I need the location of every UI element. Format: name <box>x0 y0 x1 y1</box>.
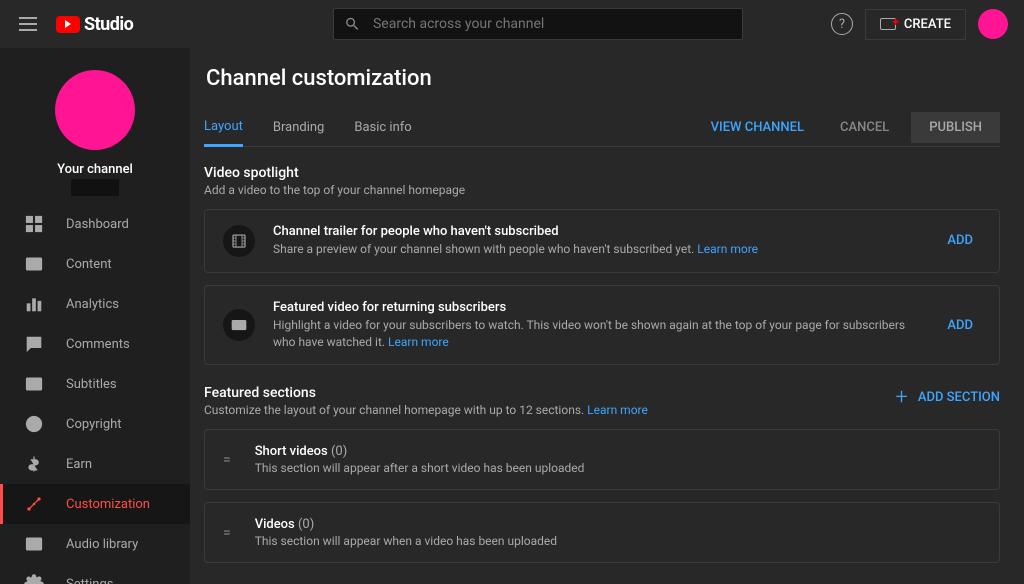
trailer-card: Channel trailer for people who haven't s… <box>204 209 1000 273</box>
video-icon <box>223 309 255 341</box>
comments-icon <box>24 334 44 354</box>
spotlight-subtitle: Add a video to the top of your channel h… <box>204 183 1000 197</box>
sidebar: Your channel Dashboard Content Analytics… <box>0 48 190 584</box>
logo-text: Studio <box>84 14 133 35</box>
channel-label: Your channel <box>57 162 133 177</box>
search-box[interactable] <box>333 8 743 40</box>
film-icon <box>223 225 255 257</box>
sidebar-item-label: Analytics <box>66 297 119 312</box>
sidebar-item-label: Comments <box>66 337 130 352</box>
cancel-button[interactable]: CANCEL <box>826 112 903 143</box>
trailer-title: Channel trailer for people who haven't s… <box>273 224 921 239</box>
subtitles-icon <box>24 374 44 394</box>
header-actions: ? + CREATE <box>831 9 1008 40</box>
section-desc: This section will appear after a short v… <box>255 461 981 475</box>
sidebar-item-subtitles[interactable]: Subtitles <box>0 364 190 404</box>
sidebar-item-label: Earn <box>66 457 92 472</box>
create-icon: + <box>880 18 896 30</box>
customization-icon <box>24 494 44 514</box>
channel-avatar[interactable] <box>55 70 135 150</box>
sidebar-item-customization[interactable]: Customization <box>0 484 190 524</box>
publish-button[interactable]: PUBLISH <box>911 112 1000 143</box>
search-icon <box>344 15 361 33</box>
sidebar-item-copyright[interactable]: Copyright <box>0 404 190 444</box>
header: Studio ? + CREATE <box>0 0 1024 48</box>
learn-more-link[interactable]: Learn more <box>388 335 449 349</box>
featured-video-card: Featured video for returning subscribers… <box>204 285 1000 366</box>
audio-library-icon <box>24 534 44 554</box>
sidebar-profile: Your channel <box>0 60 190 204</box>
avatar[interactable] <box>978 9 1008 39</box>
featured-video-desc: Highlight a video for your subscribers t… <box>273 317 921 351</box>
analytics-icon <box>24 294 44 314</box>
sidebar-item-comments[interactable]: Comments <box>0 324 190 364</box>
learn-more-link[interactable]: Learn more <box>697 242 758 256</box>
add-featured-button[interactable]: ADD <box>939 318 981 333</box>
tab-layout[interactable]: Layout <box>204 109 243 147</box>
sidebar-item-label: Content <box>66 257 112 272</box>
add-trailer-button[interactable]: ADD <box>939 233 981 248</box>
sidebar-item-analytics[interactable]: Analytics <box>0 284 190 324</box>
section-videos[interactable]: = Videos (0) This section will appear wh… <box>204 502 1000 563</box>
menu-icon[interactable] <box>16 12 40 36</box>
tab-branding[interactable]: Branding <box>273 110 324 145</box>
sidebar-item-audio-library[interactable]: Audio library <box>0 524 190 564</box>
add-section-button[interactable]: + ADD SECTION <box>895 385 1000 410</box>
page-title: Channel customization <box>204 66 1000 91</box>
channel-name <box>71 179 118 196</box>
sidebar-item-dashboard[interactable]: Dashboard <box>0 204 190 244</box>
plus-icon: + <box>895 385 907 410</box>
content-icon <box>24 254 44 274</box>
sidebar-item-earn[interactable]: Earn <box>0 444 190 484</box>
page-actions: VIEW CHANNEL CANCEL PUBLISH <box>697 112 1000 143</box>
drag-handle-icon[interactable]: = <box>223 452 233 468</box>
copyright-icon <box>24 414 44 434</box>
sidebar-item-label: Copyright <box>66 417 122 432</box>
drag-handle-icon[interactable]: = <box>223 525 233 541</box>
section-short-videos[interactable]: = Short videos (0) This section will app… <box>204 429 1000 490</box>
learn-more-link[interactable]: Learn more <box>587 403 648 417</box>
sidebar-item-label: Settings <box>66 577 113 584</box>
sidebar-item-label: Customization <box>66 497 150 512</box>
create-label: CREATE <box>904 17 951 32</box>
earn-icon <box>24 454 44 474</box>
sidebar-item-label: Subtitles <box>66 377 117 392</box>
spotlight-title: Video spotlight <box>204 165 1000 181</box>
sidebar-item-settings[interactable]: Settings <box>0 564 190 584</box>
sidebar-item-content[interactable]: Content <box>0 244 190 284</box>
dashboard-icon <box>24 214 44 234</box>
section-title: Videos (0) <box>255 517 981 532</box>
tab-basic-info[interactable]: Basic info <box>354 110 411 145</box>
youtube-icon <box>56 16 80 33</box>
view-channel-button[interactable]: VIEW CHANNEL <box>697 112 818 143</box>
featured-sections-subtitle: Customize the layout of your channel hom… <box>204 403 648 417</box>
sidebar-item-label: Audio library <box>66 537 138 552</box>
main-content: Channel customization Layout Branding Ba… <box>190 48 1024 584</box>
featured-sections-title: Featured sections <box>204 385 648 401</box>
create-button[interactable]: + CREATE <box>865 9 966 40</box>
section-title: Short videos (0) <box>255 444 981 459</box>
gear-icon <box>24 574 44 584</box>
search-input[interactable] <box>373 16 732 32</box>
section-desc: This section will appear when a video ha… <box>255 534 981 548</box>
sidebar-item-label: Dashboard <box>66 217 129 232</box>
tabs: Layout Branding Basic info VIEW CHANNEL … <box>204 109 1000 147</box>
logo[interactable]: Studio <box>56 14 133 35</box>
featured-video-title: Featured video for returning subscribers <box>273 300 921 315</box>
trailer-desc: Share a preview of your channel shown wi… <box>273 241 921 258</box>
help-icon[interactable]: ? <box>831 13 853 35</box>
